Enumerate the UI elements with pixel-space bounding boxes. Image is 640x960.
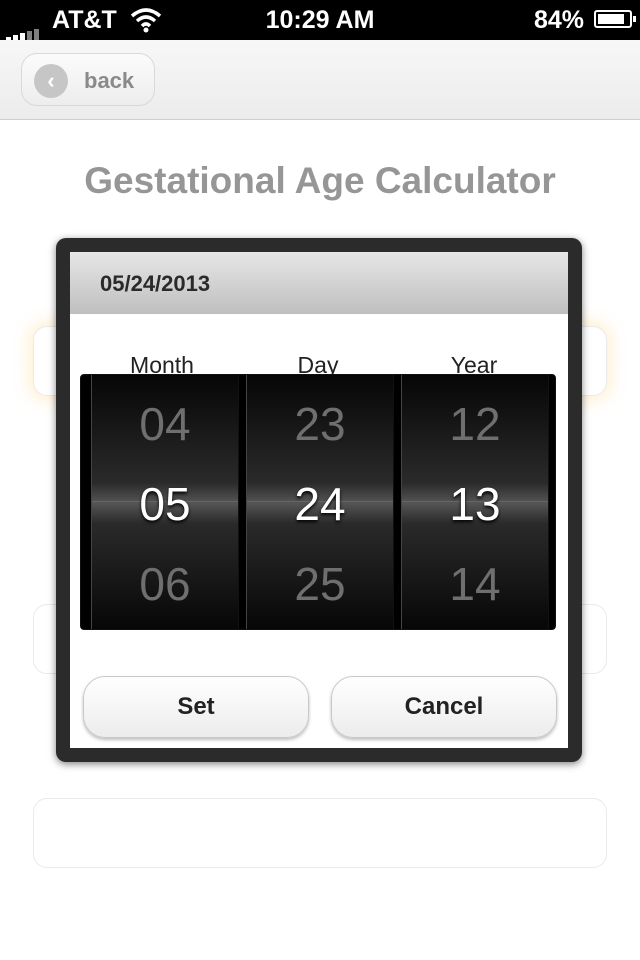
navigation-bar: ‹ back: [0, 40, 640, 120]
battery-percentage: 84%: [533, 6, 584, 34]
day-wheel[interactable]: 23 24 25: [246, 375, 394, 629]
battery-icon: [594, 10, 636, 28]
year-prev[interactable]: 12: [402, 397, 548, 451]
page-title: Gestational Age Calculator: [84, 160, 556, 201]
cancel-button[interactable]: Cancel: [331, 676, 557, 738]
year-selected[interactable]: 13: [402, 477, 548, 531]
year-next[interactable]: 14: [402, 557, 548, 611]
selected-date: 05/24/2013: [100, 271, 211, 296]
date-picker-panel: 05/24/2013 Month Day Year 04 05 06 23 24…: [70, 252, 568, 748]
dialog-header: 05/24/2013: [70, 252, 568, 314]
year-wheel[interactable]: 12 13 14: [401, 375, 549, 629]
month-wheel[interactable]: 04 05 06: [91, 375, 239, 629]
month-selected[interactable]: 05: [92, 477, 238, 531]
day-next[interactable]: 25: [247, 557, 393, 611]
picker-wheels: 04 05 06 23 24 25 12 13 14: [80, 374, 556, 630]
date-picker-dialog: 05/24/2013 Month Day Year 04 05 06 23 24…: [56, 238, 582, 762]
result-field-2: [33, 798, 607, 868]
back-label: back: [84, 68, 135, 93]
month-next[interactable]: 06: [92, 557, 238, 611]
chevron-left-icon: ‹: [34, 64, 68, 98]
month-prev[interactable]: 04: [92, 397, 238, 451]
set-button[interactable]: Set: [83, 676, 309, 738]
day-prev[interactable]: 23: [247, 397, 393, 451]
day-selected[interactable]: 24: [247, 477, 393, 531]
status-bar: AT&T 10:29 AM 84%: [0, 0, 640, 43]
back-button[interactable]: ‹ back: [21, 53, 155, 106]
